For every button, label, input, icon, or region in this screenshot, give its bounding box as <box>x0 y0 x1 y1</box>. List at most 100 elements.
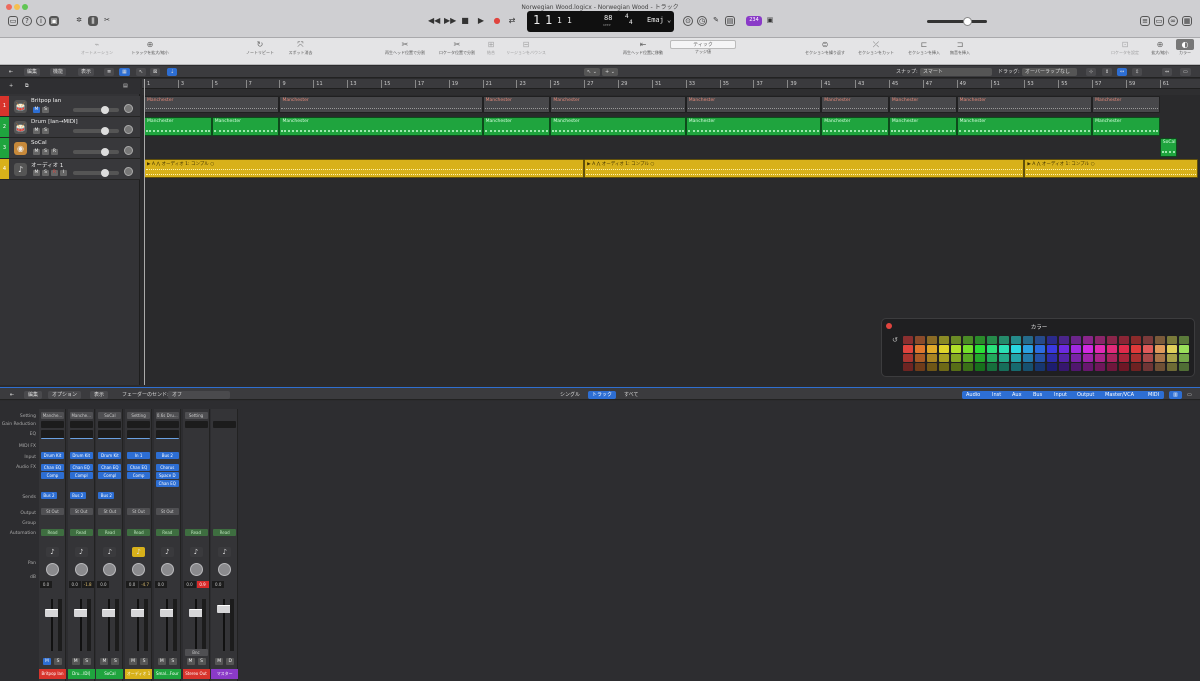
info-icon[interactable]: i <box>36 16 46 26</box>
color-swatch[interactable] <box>1035 363 1045 371</box>
volume-knob[interactable] <box>101 169 109 177</box>
pan-knob[interactable] <box>124 167 133 176</box>
vertical-zoom-icon[interactable]: ⇕ <box>1102 68 1113 76</box>
volume-fader[interactable] <box>217 605 232 613</box>
color-swatch[interactable] <box>1095 336 1105 344</box>
master-volume-slider[interactable] <box>927 20 987 23</box>
metronome-icon[interactable]: ◷ <box>697 16 707 26</box>
zoom-window-button[interactable] <box>22 4 28 10</box>
color-swatch[interactable] <box>1071 345 1081 353</box>
color-swatch[interactable] <box>927 345 937 353</box>
solo-button[interactable]: S <box>168 658 177 665</box>
audio-fx-slot[interactable]: Compl <box>69 472 93 479</box>
automation-mode[interactable]: Read <box>184 529 208 536</box>
automation-mode[interactable]: Read <box>98 529 122 536</box>
color-swatch[interactable] <box>1071 363 1081 371</box>
filter-input[interactable]: Input <box>1050 391 1071 399</box>
audio-fx-slot[interactable]: Compl <box>98 472 122 479</box>
pan-knob[interactable] <box>218 563 232 576</box>
view-tab-tracks[interactable]: トラック <box>588 391 617 399</box>
audio-fx-slot[interactable]: Comp <box>127 472 151 479</box>
color-swatch[interactable] <box>1107 345 1117 353</box>
color-swatch[interactable] <box>963 336 973 344</box>
region[interactable]: Manchester <box>1092 96 1160 113</box>
pointer-tool-icon[interactable]: ↖ <box>136 68 147 76</box>
color-swatch[interactable] <box>1011 354 1021 362</box>
region[interactable]: Manchester <box>279 117 483 136</box>
color-swatch[interactable] <box>1119 363 1129 371</box>
color-swatch[interactable] <box>987 345 997 353</box>
input-slot[interactable]: In 1 <box>127 452 151 459</box>
region[interactable]: Manchester <box>211 117 280 136</box>
input-slot[interactable]: Drum Kit <box>69 452 93 459</box>
eq-thumbnail[interactable] <box>69 430 93 439</box>
minimize-window-button[interactable] <box>14 4 20 10</box>
close-window-button[interactable] <box>6 4 12 10</box>
mixer-menu-edit[interactable]: 編集 <box>24 391 43 399</box>
pan-knob[interactable] <box>74 563 88 576</box>
setting-button[interactable]: Setting <box>127 412 151 419</box>
volume-fader[interactable] <box>102 609 117 617</box>
color-swatch[interactable] <box>939 336 949 344</box>
note-icon[interactable]: ▭ <box>1154 16 1164 26</box>
color-swatch[interactable] <box>999 354 1009 362</box>
volume-knob[interactable] <box>101 127 109 135</box>
library-icon[interactable]: ▣ <box>49 16 59 26</box>
color-swatch[interactable] <box>903 354 913 362</box>
count-in-icon[interactable]: ▤ <box>725 16 735 26</box>
pan-knob[interactable] <box>132 563 146 576</box>
region[interactable]: Manchester <box>550 96 686 113</box>
mute-button[interactable]: M <box>43 658 51 665</box>
pointer-tool-select[interactable]: ↖ ⌄ <box>584 68 600 76</box>
mute-button[interactable]: M <box>33 107 40 113</box>
automation-mode[interactable]: Read <box>41 529 64 536</box>
input-slot[interactable]: Drum Kit <box>98 452 122 459</box>
region[interactable]: Manchester <box>821 117 889 136</box>
record-enable-button[interactable]: R <box>51 149 58 155</box>
mute-button[interactable]: M <box>129 658 138 665</box>
color-swatch[interactable] <box>1179 345 1189 353</box>
region[interactable]: Manchester <box>821 96 889 113</box>
color-swatch[interactable] <box>1035 354 1045 362</box>
cycle-button[interactable]: ⇄ <box>506 16 518 26</box>
mute-button[interactable]: M <box>33 170 40 176</box>
color-swatch[interactable] <box>903 336 913 344</box>
color-swatch[interactable] <box>1107 336 1117 344</box>
spot-erase-button[interactable]: ⤧ スポット消去 <box>283 39 318 56</box>
color-swatch[interactable] <box>1035 336 1045 344</box>
mute-button[interactable]: M <box>71 658 80 665</box>
global-tracks-icon[interactable]: ▤ <box>120 82 131 90</box>
fast-forward-button[interactable]: ▶▶ <box>444 16 456 26</box>
solo-button[interactable]: S <box>42 170 49 176</box>
tuner-icon[interactable]: ⊙ <box>683 16 693 26</box>
output-slot[interactable]: St Out <box>69 508 93 515</box>
scissors-icon[interactable]: ✂ <box>102 16 112 26</box>
volume-fader[interactable] <box>159 609 174 617</box>
mute-button[interactable]: M <box>33 128 40 134</box>
send-slot[interactable]: Bus 2 <box>41 492 57 499</box>
color-swatch[interactable] <box>975 336 985 344</box>
list-icon[interactable]: ≡ <box>1140 16 1150 26</box>
wide-strips-icon[interactable]: ▭ <box>1183 391 1196 399</box>
add-track-icon[interactable]: + <box>6 82 16 90</box>
eq-thumbnail[interactable] <box>41 430 64 439</box>
region[interactable]: Manchester <box>956 96 1093 113</box>
pan-knob[interactable] <box>189 563 203 576</box>
insert-section-button[interactable]: ⊏ セクションを挿入 <box>902 39 946 56</box>
record-button[interactable]: ● <box>491 16 503 26</box>
color-swatch[interactable] <box>939 354 949 362</box>
color-swatch[interactable] <box>999 363 1009 371</box>
filter-output[interactable]: Output <box>1073 391 1098 399</box>
solo-button[interactable]: S <box>111 658 120 665</box>
color-swatch[interactable] <box>1119 345 1129 353</box>
color-swatch[interactable] <box>1119 354 1129 362</box>
color-swatch[interactable] <box>1131 363 1141 371</box>
filter-bus[interactable]: Bus <box>1029 391 1046 399</box>
filter-master-vca[interactable]: Master/VCA <box>1101 391 1138 399</box>
region[interactable]: Manchester <box>482 96 551 113</box>
snap-select[interactable]: スマート <box>920 68 992 76</box>
track-name[interactable]: Britpop Ian <box>31 98 61 104</box>
color-swatch[interactable] <box>1023 336 1033 344</box>
region[interactable]: Manchester <box>482 117 551 136</box>
color-swatch[interactable] <box>987 354 997 362</box>
